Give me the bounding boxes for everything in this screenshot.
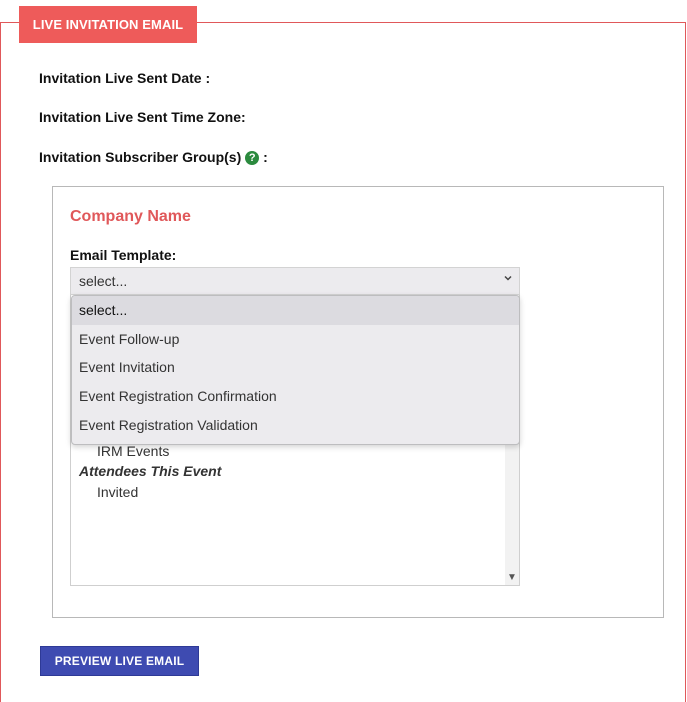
preview-live-email-button[interactable]: PREVIEW LIVE EMAIL <box>40 646 199 676</box>
subscriber-group-label: Invitation Subscriber Group(s)? : <box>39 149 268 165</box>
subscriber-group-suffix: : <box>263 149 268 165</box>
email-template-select-value: select... <box>79 273 128 289</box>
subscriber-group-text: Invitation Subscriber Group(s) <box>39 149 242 165</box>
dropdown-option-event-follow-up[interactable]: Event Follow-up <box>72 325 519 354</box>
section-title: LIVE INVITATION EMAIL <box>19 6 197 43</box>
sent-date-label: Invitation Live Sent Date : <box>39 70 211 86</box>
scroll-down-icon[interactable]: ▼ <box>507 572 517 583</box>
list-group-header: Attendees This Event <box>79 463 222 479</box>
company-name: Company Name <box>70 208 191 225</box>
dropdown-option-event-invitation[interactable]: Event Invitation <box>72 353 519 382</box>
time-zone-label: Invitation Live Sent Time Zone: <box>39 109 246 125</box>
help-icon[interactable]: ? <box>245 151 260 165</box>
list-item[interactable]: Invited <box>97 484 138 500</box>
email-template-select[interactable]: select... <box>70 267 520 295</box>
dropdown-option-select[interactable]: select... <box>72 296 519 325</box>
email-template-dropdown[interactable]: select... Event Follow-up Event Invitati… <box>71 295 520 445</box>
chevron-down-icon <box>503 272 513 286</box>
dropdown-option-event-registration-confirmation[interactable]: Event Registration Confirmation <box>72 382 519 411</box>
email-template-label: Email Template: <box>70 247 177 263</box>
list-item[interactable]: IRM Events <box>97 443 169 459</box>
dropdown-option-event-registration-validation[interactable]: Event Registration Validation <box>72 410 519 439</box>
